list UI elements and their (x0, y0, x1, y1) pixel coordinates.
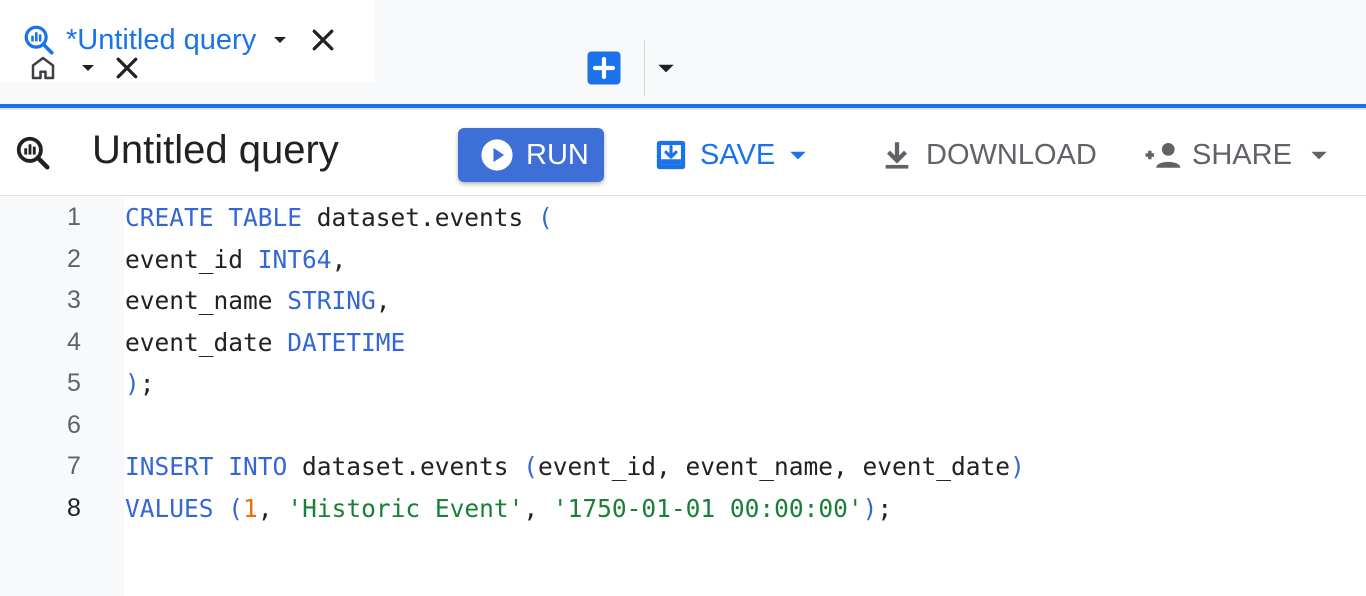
code-token: ( (228, 493, 244, 523)
code-token: DATETIME (287, 327, 406, 357)
code-token: ( (538, 203, 553, 232)
run-button[interactable]: RUN (458, 128, 604, 182)
code-token: event_id, event_name, event_date (538, 452, 1011, 481)
code-token: event_name (125, 286, 288, 315)
code-token: dataset.events (302, 203, 539, 232)
save-button[interactable]: SAVE (654, 128, 809, 182)
query-toolbar: Untitled query RUN SAVE DOWNLOAD SHARE (0, 110, 1366, 196)
code-token: 1 (243, 493, 258, 523)
tab-divider (644, 40, 645, 96)
code-line[interactable]: 7 INSERT INTO dataset.events (event_id, e… (0, 447, 1366, 488)
code-line[interactable]: 1 CREATE TABLE dataset.events ( (0, 198, 1366, 239)
chevron-down-icon[interactable] (78, 58, 98, 78)
code-token: , (523, 493, 553, 523)
code-token: ; (139, 369, 155, 398)
play-icon (480, 138, 514, 172)
line-number: 1 (67, 203, 81, 231)
code-token: , (257, 493, 288, 523)
code-line[interactable]: 3 event_name STRING, (0, 281, 1366, 322)
share-label: SHARE (1192, 138, 1292, 171)
download-button[interactable]: DOWNLOAD (880, 128, 1097, 182)
code-text: event_date DATETIME (125, 328, 405, 357)
code-token: '1750-01-01 00:00:00' (552, 493, 863, 523)
code-line[interactable]: 6 (0, 406, 1366, 447)
tab-bar: *Untitled query (0, 0, 1366, 110)
code-token: 'Historic Event' (287, 493, 524, 523)
code-token: STRING (287, 286, 376, 315)
query-icon (22, 23, 56, 57)
code-text: ); (125, 369, 155, 398)
line-number: 6 (67, 410, 81, 439)
code-token: dataset.events (287, 452, 524, 481)
code-text: INSERT INTO dataset.events (event_id, ev… (125, 452, 1025, 481)
code-token: ; (877, 493, 893, 523)
code-token: INSERT INTO (125, 452, 288, 481)
line-number: 2 (67, 244, 81, 273)
page-title: Untitled query (92, 128, 339, 172)
chevron-down-icon[interactable] (1308, 144, 1330, 166)
code-token: event_id (125, 244, 258, 274)
code-token: , (331, 244, 347, 274)
line-number: 3 (67, 286, 81, 314)
code-token: , (375, 286, 391, 315)
close-icon[interactable] (308, 25, 338, 55)
save-icon (654, 138, 688, 172)
line-number: 5 (67, 369, 81, 397)
chevron-down-icon[interactable] (652, 50, 680, 86)
code-token: ( (523, 452, 539, 481)
download-icon (880, 138, 914, 172)
line-number: 4 (67, 327, 81, 356)
person-add-icon (1144, 138, 1184, 172)
code-line[interactable]: 2 event_id INT64, (0, 240, 1366, 281)
active-tab-indicator (0, 104, 1366, 108)
code-line[interactable]: 4 event_date DATETIME (0, 323, 1366, 364)
add-box-icon[interactable] (586, 50, 622, 86)
code-line[interactable]: 5); (0, 364, 1366, 405)
code-text: event_name STRING, (125, 286, 391, 315)
chevron-down-icon[interactable] (787, 144, 809, 166)
code-token: VALUES (125, 493, 229, 523)
code-line[interactable]: 8 VALUES (1, 'Historic Event', '1750-01-0… (0, 489, 1366, 530)
code-token: INT64 (257, 244, 332, 274)
code-token: ) (1010, 452, 1025, 481)
run-label: RUN (526, 138, 589, 171)
query-icon (14, 134, 52, 172)
code-text: CREATE TABLE dataset.events ( (125, 203, 553, 232)
code-token: ) (125, 369, 140, 398)
chevron-down-icon[interactable] (270, 30, 290, 50)
line-number: 8 (67, 493, 81, 522)
code-token: ) (862, 493, 878, 523)
code-text: event_id INT64, (125, 245, 346, 274)
download-label: DOWNLOAD (926, 138, 1097, 171)
code-token: event_date (125, 327, 288, 357)
code-token: CREATE TABLE (125, 203, 303, 232)
tab-title[interactable]: *Untitled query (66, 24, 256, 57)
line-number: 7 (67, 452, 81, 480)
share-button[interactable]: SHARE (1144, 128, 1330, 182)
code-text: VALUES (1, 'Historic Event', '1750-01-01… (125, 494, 892, 523)
save-label: SAVE (700, 138, 776, 171)
